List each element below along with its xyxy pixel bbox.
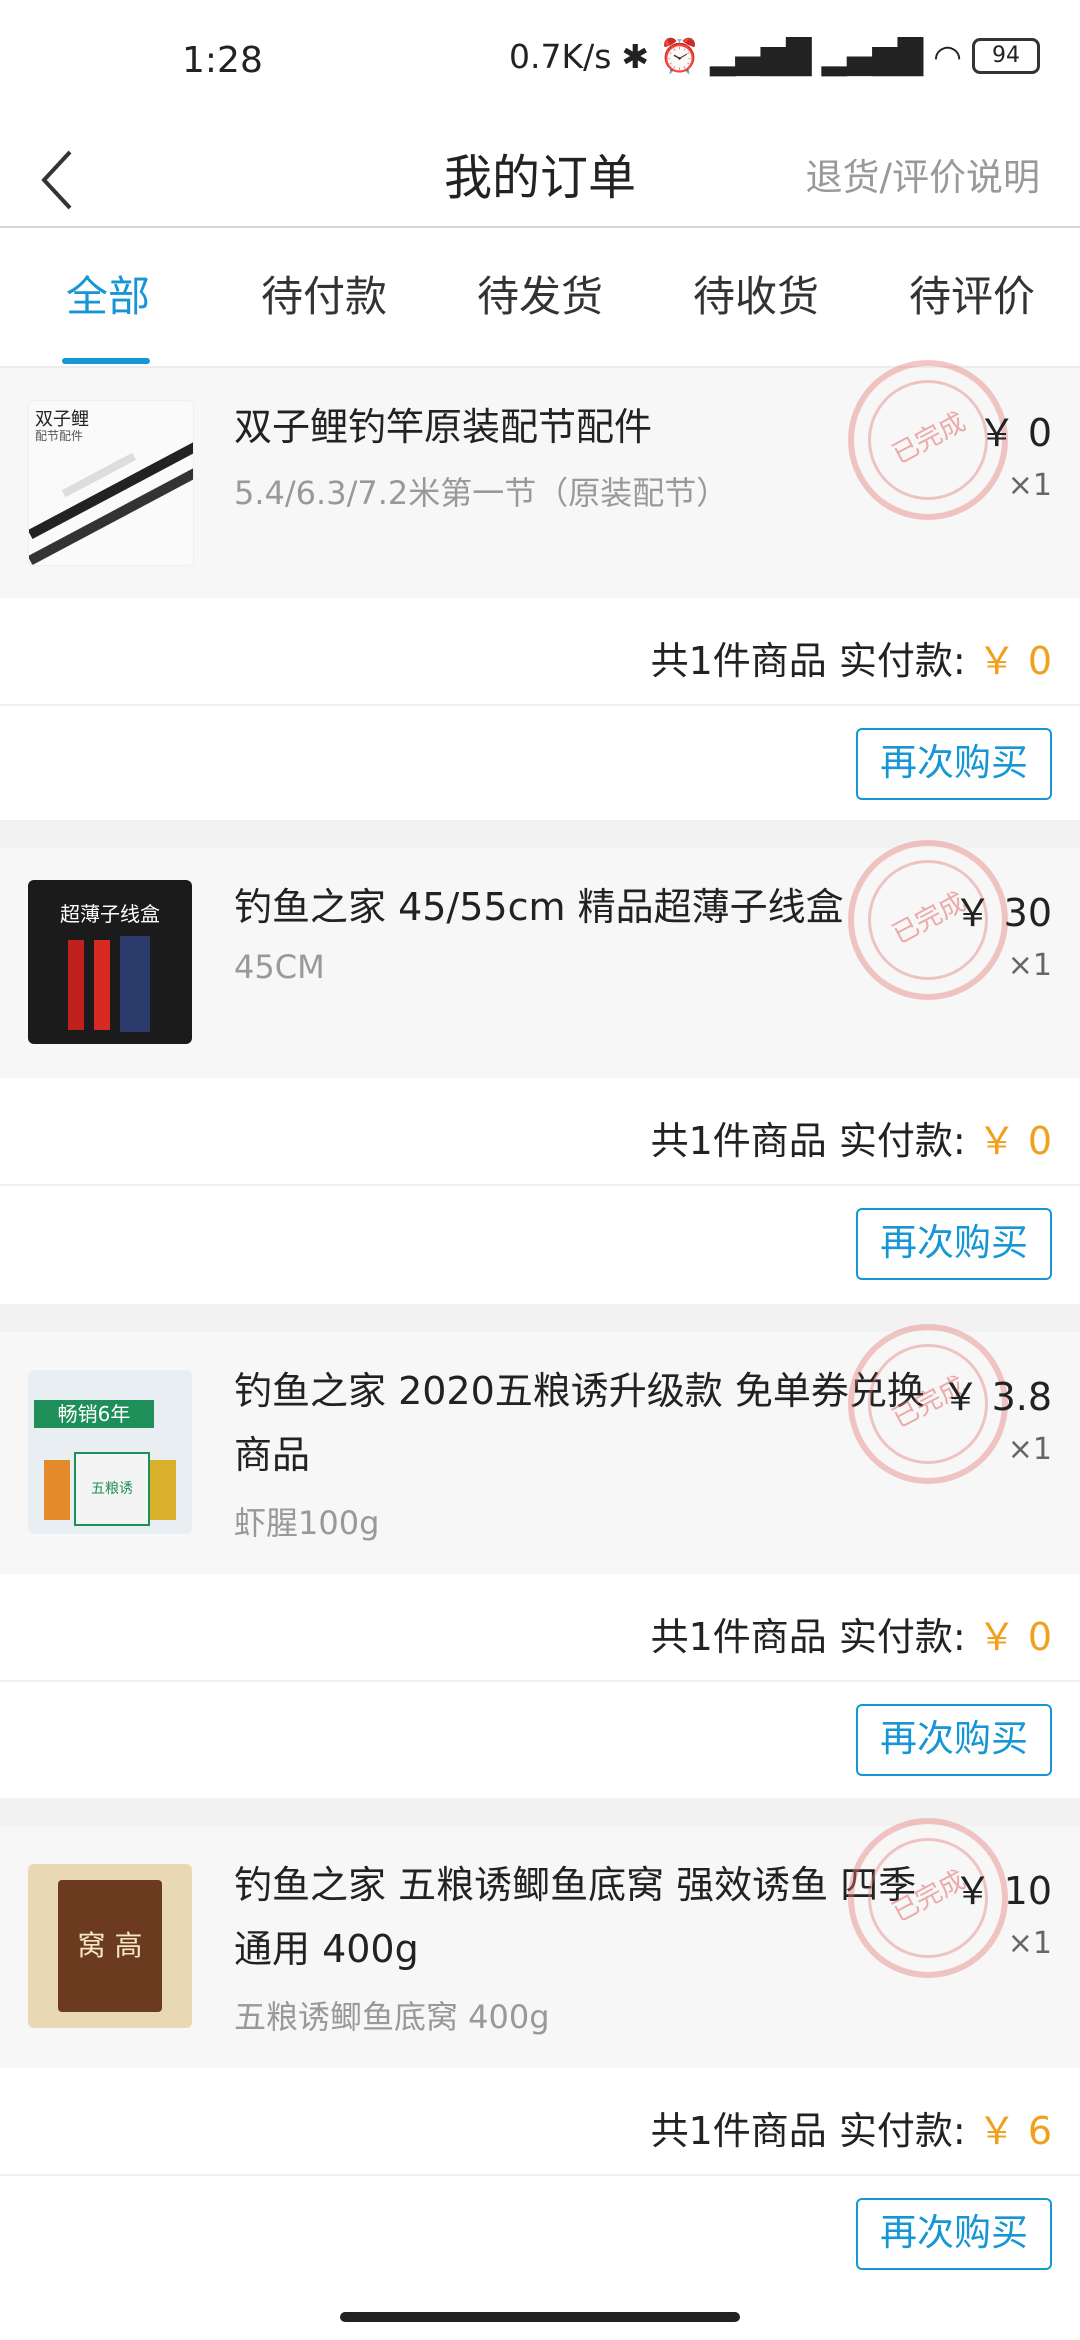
- product-price: ￥ 10: [953, 1869, 1052, 1913]
- signal-icon: ▂▄▆█: [710, 36, 812, 76]
- order-list: 双子鲤 配节配件 双子鲤钓竿原装配节配件 5.4/6.3/7.2米第一节（原装配…: [0, 360, 1080, 2296]
- thumb-label: 超薄子线盒: [60, 902, 160, 926]
- tab-active-indicator: [62, 358, 150, 364]
- tab-pending-review[interactable]: 待评价: [864, 228, 1080, 366]
- order-item[interactable]: 双子鲤 配节配件 双子鲤钓竿原装配节配件 5.4/6.3/7.2米第一节（原装配…: [0, 360, 1080, 598]
- product-quantity: ×1: [1007, 1432, 1052, 1467]
- thumb-subtitle: 配节配件: [35, 429, 84, 443]
- order-card: 窝 高 钓鱼之家 五粮诱鲫鱼底窝 强效诱鱼 四季 通用 400g 五粮诱鲫鱼底窝…: [0, 1818, 1080, 2296]
- product-spec: 45CM: [234, 948, 325, 986]
- order-item[interactable]: 超薄子线盒 钓鱼之家 45/55cm 精品超薄子线盒 45CM 已完成 ￥ 30…: [0, 840, 1080, 1078]
- product-quantity: ×1: [1007, 1926, 1052, 1961]
- product-price: ￥ 30: [953, 891, 1052, 935]
- summary-label: 共1件商品 实付款:: [650, 1119, 978, 1163]
- summary-label: 共1件商品 实付款:: [650, 1615, 978, 1659]
- product-title-line2: 商品: [234, 1433, 311, 1477]
- divider: [0, 2174, 1080, 2176]
- divider: [0, 704, 1080, 706]
- product-title: 钓鱼之家 五粮诱鲫鱼底窝 强效诱鱼 四季: [234, 1863, 917, 1907]
- product-spec: 五粮诱鲫鱼底窝 400g: [234, 1998, 550, 2036]
- product-thumbnail: 双子鲤 配节配件: [28, 400, 194, 566]
- buy-again-button[interactable]: 再次购买: [856, 728, 1052, 800]
- status-bar: 1:28 0.7K/s ✱ ⏰ ▂▄▆█ ▂▄▆█ ◠ 94: [0, 0, 1080, 130]
- divider: [0, 1184, 1080, 1186]
- order-summary: 共1件商品 实付款: ￥ 6: [651, 2100, 1052, 2155]
- buy-again-button[interactable]: 再次购买: [856, 1208, 1052, 1280]
- order-card: 双子鲤 配节配件 双子鲤钓竿原装配节配件 5.4/6.3/7.2米第一节（原装配…: [0, 360, 1080, 848]
- paid-amount: ￥ 6: [977, 2109, 1052, 2153]
- buy-again-button[interactable]: 再次购买: [856, 2198, 1052, 2270]
- network-speed: 0.7K/s: [508, 36, 612, 76]
- status-icons: 0.7K/s ✱ ⏰ ▂▄▆█ ▂▄▆█ ◠ 94: [509, 36, 1040, 76]
- buy-again-button[interactable]: 再次购买: [856, 1704, 1052, 1776]
- order-tabs: 全部 待付款 待发货 待收货 待评价: [0, 228, 1080, 368]
- product-title-line2: 通用 400g: [234, 1927, 419, 1971]
- order-item[interactable]: 窝 高 钓鱼之家 五粮诱鲫鱼底窝 强效诱鱼 四季 通用 400g 五粮诱鲫鱼底窝…: [0, 1818, 1080, 2068]
- home-indicator[interactable]: [340, 2312, 740, 2322]
- product-price: ￥ 0: [977, 411, 1052, 455]
- product-thumbnail: 畅销6年 五粮诱: [28, 1370, 192, 1534]
- summary-label: 共1件商品 实付款:: [650, 2109, 978, 2153]
- paid-amount: ￥ 0: [977, 1615, 1052, 1659]
- order-item[interactable]: 畅销6年 五粮诱 钓鱼之家 2020五粮诱升级款 免单券兑换 商品 虾腥100g…: [0, 1324, 1080, 1574]
- wifi-icon: ◠: [933, 36, 962, 76]
- return-policy-link[interactable]: 退货/评价说明: [806, 130, 1040, 226]
- signal-icon-2: ▂▄▆█: [821, 36, 924, 76]
- product-thumbnail: 超薄子线盒: [28, 880, 192, 1044]
- status-time: 1:28: [182, 40, 263, 81]
- header: 我的订单 退货/评价说明: [0, 130, 1080, 228]
- battery-icon: 94: [972, 38, 1040, 74]
- product-price: ￥ 3.8: [941, 1375, 1052, 1419]
- product-title: 钓鱼之家 2020五粮诱升级款 免单券兑换: [234, 1369, 925, 1413]
- thumb-label: 窝 高: [77, 1929, 143, 1962]
- thumb-subtitle: 五粮诱: [74, 1452, 150, 1526]
- bluetooth-icon: ✱: [621, 36, 650, 76]
- order-summary: 共1件商品 实付款: ￥ 0: [651, 1606, 1052, 1661]
- order-summary: 共1件商品 实付款: ￥ 0: [651, 1110, 1052, 1165]
- thumb-label: 畅销6年: [34, 1400, 154, 1428]
- order-card: 超薄子线盒 钓鱼之家 45/55cm 精品超薄子线盒 45CM 已完成 ￥ 30…: [0, 840, 1080, 1332]
- alarm-icon: ⏰: [659, 36, 701, 75]
- summary-label: 共1件商品 实付款:: [650, 639, 978, 683]
- tab-all[interactable]: 全部: [0, 228, 216, 366]
- product-spec: 5.4/6.3/7.2米第一节（原装配节）: [234, 474, 729, 512]
- product-quantity: ×1: [1007, 468, 1052, 503]
- tab-pending-shipment[interactable]: 待发货: [432, 228, 648, 366]
- product-thumbnail: 窝 高: [28, 1864, 192, 2028]
- order-summary: 共1件商品 实付款: ￥ 0: [651, 630, 1052, 685]
- product-spec: 虾腥100g: [234, 1504, 380, 1542]
- order-card: 畅销6年 五粮诱 钓鱼之家 2020五粮诱升级款 免单券兑换 商品 虾腥100g…: [0, 1324, 1080, 1826]
- tab-pending-payment[interactable]: 待付款: [216, 228, 432, 366]
- paid-amount: ￥ 0: [977, 1119, 1052, 1163]
- product-title: 钓鱼之家 45/55cm 精品超薄子线盒: [234, 885, 844, 929]
- paid-amount: ￥ 0: [977, 639, 1052, 683]
- product-quantity: ×1: [1007, 948, 1052, 983]
- tab-pending-receipt[interactable]: 待收货: [648, 228, 864, 366]
- product-title: 双子鲤钓竿原装配节配件: [234, 405, 653, 449]
- divider: [0, 1680, 1080, 1682]
